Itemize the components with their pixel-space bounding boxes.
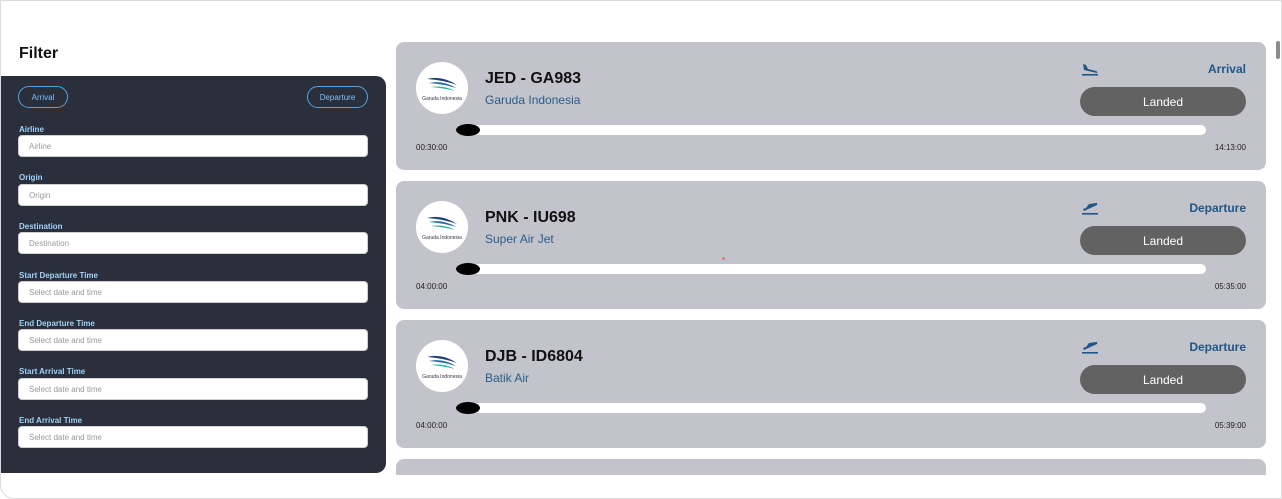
status-button[interactable]: Landed <box>1080 365 1246 394</box>
flight-progress-track <box>456 124 1206 136</box>
start-arrival-time-label: Start Arrival Time <box>19 367 86 376</box>
destination-input[interactable] <box>18 232 368 254</box>
start-time: 04:00:00 <box>416 282 448 291</box>
airline-name: Garuda Indonesia <box>485 93 581 107</box>
origin-input[interactable] <box>18 184 368 206</box>
airline-logo-text: Garuda Indonesia <box>422 95 462 102</box>
end-time: 05:35:00 <box>1214 282 1246 291</box>
flight-progress-track <box>456 402 1206 414</box>
status-button[interactable]: Landed <box>1080 226 1246 255</box>
plane-takeoff-icon <box>1082 203 1098 215</box>
airline-label: Airline <box>19 125 44 134</box>
start-arrival-time-input[interactable] <box>18 378 368 400</box>
flight-card[interactable]: Garuda Indonesia JED - GA983 Garuda Indo… <box>396 42 1266 170</box>
origin-label: Origin <box>19 173 43 182</box>
progress-marker <box>456 402 480 414</box>
end-arrival-time-input[interactable] <box>18 426 368 448</box>
flight-progress-track <box>456 263 1206 275</box>
page-bottom <box>396 475 1271 498</box>
flight-type-label: Arrival <box>1207 62 1246 76</box>
scrollbar-thumb[interactable] <box>1276 41 1280 59</box>
plane-landing-icon <box>1082 64 1098 76</box>
garuda-wing-icon <box>427 77 457 91</box>
start-time: 04:00:00 <box>416 421 448 430</box>
airline-logo-text: Garuda Indonesia <box>422 373 462 380</box>
arrival-filter-button[interactable]: Arrival <box>18 86 68 108</box>
airline-name: Super Air Jet <box>485 232 554 246</box>
end-arrival-time-label: End Arrival Time <box>19 416 83 425</box>
flight-type-label: Departure <box>1189 340 1246 354</box>
end-departure-time-input[interactable] <box>18 329 368 351</box>
app-frame: Filter Arrival Departure Airline Origin … <box>0 0 1282 499</box>
cursor-marker <box>722 257 725 260</box>
flight-route: JED - GA983 <box>485 70 582 87</box>
end-departure-time-label: End Departure Time <box>19 319 95 328</box>
destination-label: Destination <box>19 222 63 231</box>
start-departure-time-label: Start Departure Time <box>19 271 98 280</box>
flight-card[interactable]: Garuda Indonesia DJB - ID6804 Batik Air … <box>396 320 1266 448</box>
airline-logo: Garuda Indonesia <box>416 62 468 114</box>
progress-marker <box>456 124 480 136</box>
airline-name: Batik Air <box>485 371 530 385</box>
garuda-wing-icon <box>427 216 457 230</box>
airline-input[interactable] <box>18 135 368 157</box>
flight-type-label: Departure <box>1189 201 1246 215</box>
airline-logo: Garuda Indonesia <box>416 201 468 253</box>
status-button[interactable]: Landed <box>1080 87 1246 116</box>
end-time: 05:39:00 <box>1214 421 1246 430</box>
flight-route: DJB - ID6804 <box>485 348 583 365</box>
flight-route: PNK - IU698 <box>485 209 576 226</box>
start-time: 00:30:00 <box>416 143 448 152</box>
end-time: 14:13:00 <box>1214 143 1246 152</box>
garuda-wing-icon <box>427 355 457 369</box>
airline-logo-text: Garuda Indonesia <box>422 234 462 241</box>
filter-panel: Arrival Departure Airline Origin Destina… <box>1 76 386 473</box>
airline-logo: Garuda Indonesia <box>416 340 468 392</box>
departure-filter-button[interactable]: Departure <box>307 86 368 108</box>
flight-card[interactable]: Garuda Indonesia PNK - IU698 Super Air J… <box>396 181 1266 309</box>
start-departure-time-input[interactable] <box>18 281 368 303</box>
filter-title: Filter <box>19 45 59 62</box>
plane-takeoff-icon <box>1082 342 1098 354</box>
progress-marker <box>456 263 480 275</box>
